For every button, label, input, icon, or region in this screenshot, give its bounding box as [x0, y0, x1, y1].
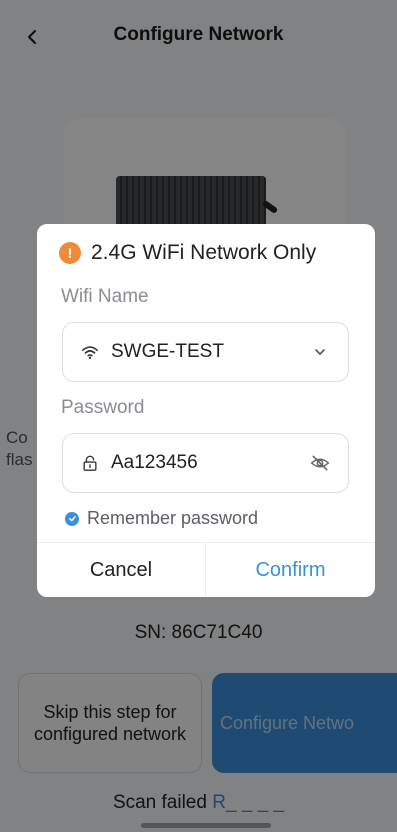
chevron-down-icon — [308, 340, 332, 364]
wifi-name-value: SWGE-TEST — [111, 341, 224, 362]
cancel-button[interactable]: Cancel — [37, 543, 205, 597]
wifi-name-label: Wifi Name — [61, 286, 149, 307]
dialog-header: ! 2.4G WiFi Network Only — [59, 241, 316, 265]
remember-password-checkbox[interactable]: Remember password — [65, 508, 258, 529]
wifi-icon — [79, 341, 101, 363]
wifi-config-dialog: ! 2.4G WiFi Network Only Wifi Name SWGE-… — [37, 224, 375, 597]
confirm-button[interactable]: Confirm — [206, 543, 375, 597]
password-label: Password — [61, 397, 145, 418]
password-value: Aa123456 — [111, 452, 198, 473]
dialog-title: 2.4G WiFi Network Only — [91, 241, 317, 264]
warning-icon: ! — [59, 242, 81, 264]
lock-icon — [79, 452, 101, 474]
eye-off-icon[interactable] — [308, 451, 332, 475]
check-icon — [65, 511, 79, 526]
remember-password-label: Remember password — [87, 508, 259, 528]
wifi-name-select[interactable]: SWGE-TEST — [62, 322, 349, 382]
password-field[interactable]: Aa123456 — [62, 433, 349, 493]
